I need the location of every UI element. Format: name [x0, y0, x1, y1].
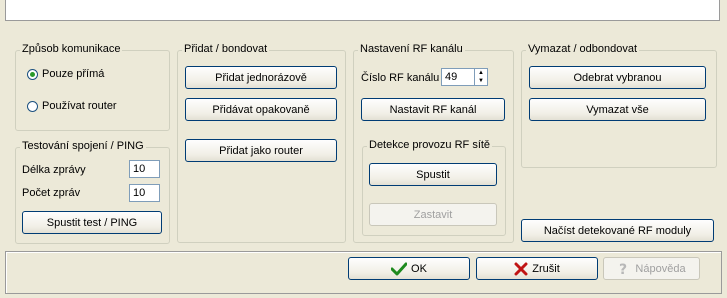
radio-direct-only[interactable]: [27, 69, 38, 80]
run-ping-button[interactable]: Spustit test / PING: [22, 211, 162, 234]
radio-use-router-label: Používat router: [42, 100, 117, 112]
cancel-button[interactable]: Zrušit: [476, 257, 598, 280]
rf-title: Nastavení RF kanálu: [358, 43, 465, 55]
add-as-router-button[interactable]: Přidat jako router: [185, 139, 337, 162]
add-repeatedly-button[interactable]: Přidávat opakovaně: [185, 98, 337, 121]
rf-channel-spinner[interactable]: ▲ ▼: [474, 68, 488, 86]
help-icon: ?: [617, 261, 631, 277]
set-rf-channel-button[interactable]: Nastavit RF kanál: [361, 98, 505, 121]
help-button[interactable]: ? Nápověda: [603, 257, 700, 280]
cancel-label: Zrušit: [532, 262, 560, 275]
ping-title: Testování spojení / PING: [20, 140, 146, 152]
svg-text:?: ?: [619, 262, 627, 277]
message-count-input[interactable]: 10: [129, 184, 160, 202]
rf-channel-label: Číslo RF kanálu: [361, 72, 440, 84]
load-rf-modules-button[interactable]: Načíst detekované RF moduly: [521, 219, 714, 242]
stop-detection-button[interactable]: Zastavit: [369, 203, 497, 226]
ok-button[interactable]: OK: [348, 257, 470, 280]
remove-selected-button[interactable]: Odebrat vybranou: [529, 66, 706, 89]
remove-all-button[interactable]: Vymazat vše: [529, 98, 706, 121]
list-panel: [5, 0, 720, 21]
message-length-input[interactable]: 10: [129, 160, 160, 178]
close-icon: [514, 262, 528, 276]
ok-label: OK: [411, 262, 427, 275]
pairing-title: Přidat / bondovat: [182, 43, 270, 55]
remove-title: Vymazat / odbondovat: [526, 43, 640, 55]
spin-up-icon[interactable]: ▲: [475, 69, 487, 77]
communication-group: Způsob komunikace: [15, 43, 170, 131]
help-label: Nápověda: [635, 262, 686, 275]
spin-down-icon[interactable]: ▼: [475, 77, 487, 85]
start-detection-button[interactable]: Spustit: [369, 163, 497, 186]
message-count-label: Počet zpráv: [22, 187, 81, 199]
rf-detect-title: Detekce provozu RF sítě: [367, 139, 493, 151]
rf-channel-input[interactable]: 49: [441, 68, 475, 86]
add-once-button[interactable]: Přidat jednorázově: [185, 66, 337, 89]
checkmark-icon: [391, 262, 408, 276]
radio-use-router[interactable]: [27, 101, 38, 112]
radio-direct-only-label: Pouze přímá: [42, 68, 105, 80]
communication-title: Způsob komunikace: [20, 43, 123, 55]
message-length-label: Délka zprávy: [22, 164, 86, 176]
